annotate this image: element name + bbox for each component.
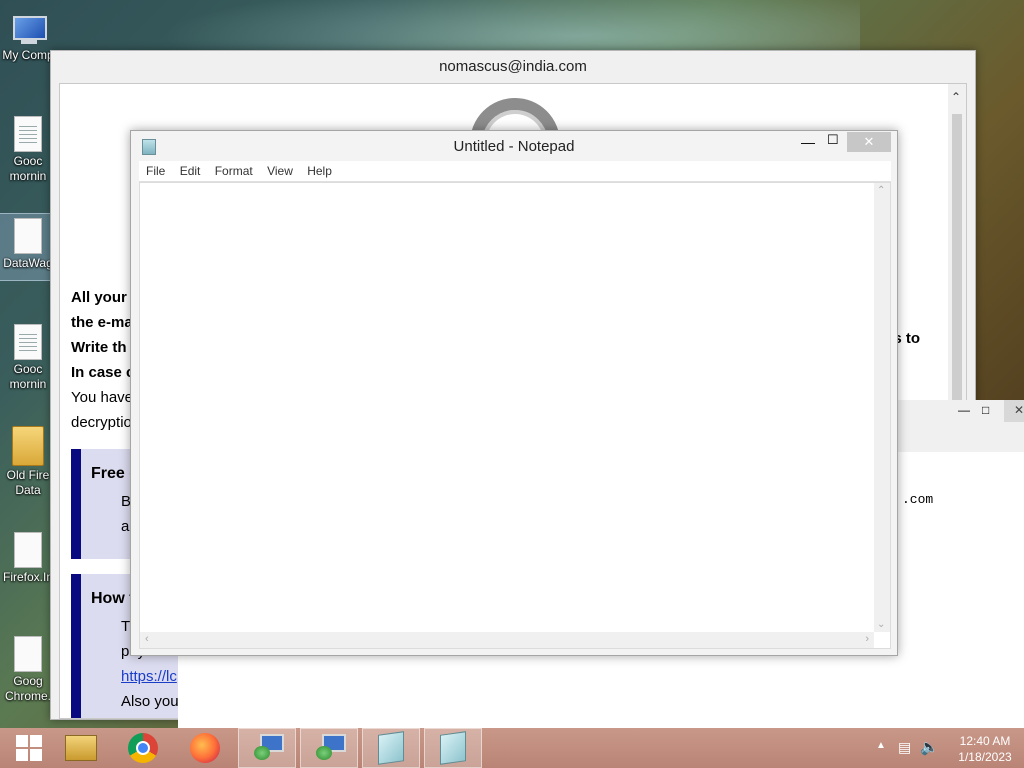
menu-file[interactable]: File <box>146 161 165 181</box>
menu-edit[interactable]: Edit <box>180 161 201 181</box>
desktop-icon-datawag[interactable]: DataWag <box>0 213 57 281</box>
desktop-icon-my-computer[interactable]: My Comp <box>0 8 56 78</box>
notepad-textarea[interactable] <box>140 183 875 627</box>
text-file-icon <box>14 324 42 360</box>
start-button[interactable] <box>0 728 58 768</box>
box-heading: How t <box>91 590 135 607</box>
file-icon <box>14 218 42 254</box>
minimize-button[interactable]: — <box>801 134 815 150</box>
file-icon <box>14 532 42 568</box>
scroll-up-arrow-icon[interactable]: ⌃ <box>951 90 961 104</box>
desktop-icon-google-chrome[interactable]: Goog Chrome. <box>0 632 56 716</box>
window-title: nomascus@india.com <box>439 58 587 75</box>
scroll-right-arrow-icon[interactable]: › <box>865 633 869 645</box>
desktop-icon-good-morning-1[interactable]: Gooc mornin <box>0 112 56 196</box>
computer-icon <box>9 16 47 46</box>
taskbar-firefox[interactable] <box>176 728 234 768</box>
file-icon <box>14 636 42 672</box>
horizontal-scrollbar[interactable]: ‹ › <box>140 632 874 648</box>
volume-icon[interactable]: 🔈 <box>920 738 939 756</box>
notepad-icon <box>378 731 404 765</box>
installer-icon <box>314 734 346 762</box>
menu-view[interactable]: View <box>267 161 293 181</box>
desktop-icon-old-firefox-data[interactable]: Old Fire Data <box>0 422 56 506</box>
maximize-button[interactable]: □ <box>982 403 989 417</box>
scroll-left-arrow-icon[interactable]: ‹ <box>145 633 149 645</box>
taskbar-setup-1[interactable] <box>238 728 296 768</box>
chrome-icon <box>128 733 158 763</box>
clock-date: 1/18/2023 <box>958 750 1012 764</box>
file-explorer-icon <box>65 735 97 761</box>
box-link[interactable]: https://lc <box>121 668 177 685</box>
close-button[interactable]: ✕ <box>847 132 891 152</box>
taskbar-chrome[interactable] <box>114 728 172 768</box>
taskbar-notepad-1[interactable] <box>362 728 420 768</box>
desktop-icon-label: Firefox.In <box>2 570 53 584</box>
text-editor-area[interactable]: ⌃ ⌄ ‹ › <box>139 182 891 649</box>
menu-bar <box>898 430 1024 453</box>
box-text: T <box>121 618 131 635</box>
taskbar: ▲ ▤ 🔈 12:40 AM 1/18/2023 <box>0 728 1024 768</box>
window-title: Untitled - Notepad <box>453 138 575 155</box>
payment-link[interactable]: https://lc <box>121 668 177 685</box>
maximize-button[interactable]: ☐ <box>827 132 839 148</box>
desktop-icon-firefox-installer[interactable]: Firefox.In <box>0 528 56 594</box>
system-tray: ▲ ▤ 🔈 12:40 AM 1/18/2023 <box>870 728 1024 768</box>
notepad-window[interactable]: Untitled - Notepad — ☐ ✕ File Edit Forma… <box>130 130 898 656</box>
network-icon[interactable]: ▤ <box>898 739 911 756</box>
taskbar-setup-2[interactable] <box>300 728 358 768</box>
menu-bar: File Edit Format View Help <box>139 161 891 182</box>
note-line: the e-ma <box>71 314 133 331</box>
clock-time: 12:40 AM <box>959 734 1011 748</box>
taskbar-file-explorer[interactable] <box>52 728 110 768</box>
vertical-scrollbar[interactable]: ⌃ ⌄ <box>874 183 890 632</box>
clock[interactable]: 12:40 AM 1/18/2023 <box>950 733 1020 765</box>
desktop-icon-label: Gooc mornin <box>9 154 47 183</box>
scroll-down-arrow-icon[interactable]: ⌄ <box>877 619 885 630</box>
note-line: Write th <box>71 339 127 356</box>
notepad-icon <box>440 731 466 765</box>
note-line: All your <box>71 289 127 306</box>
minimize-button[interactable]: — <box>958 403 970 417</box>
window-titlebar: Untitled - Notepad — ☐ ✕ <box>131 131 897 161</box>
desktop-icon-good-morning-2[interactable]: Gooc mornin <box>0 320 56 404</box>
note-line: In case c <box>71 364 135 381</box>
show-hidden-icons-icon[interactable]: ▲ <box>876 740 886 751</box>
desktop-icon-label: DataWag <box>3 256 53 270</box>
desktop-icon-label: My Comp <box>2 48 54 62</box>
menu-format[interactable]: Format <box>215 161 253 181</box>
background-window[interactable]: — □ ✕ .com <box>898 400 1024 730</box>
firefox-icon <box>190 733 220 763</box>
taskbar-notepad-2[interactable] <box>424 728 482 768</box>
desktop-icon-label: Goog Chrome. <box>4 674 51 703</box>
installer-icon <box>252 734 284 762</box>
background-window-content <box>178 654 898 728</box>
scroll-thumb[interactable] <box>952 114 962 404</box>
folder-icon <box>12 426 44 466</box>
menu-help[interactable]: Help <box>307 161 332 181</box>
windows-logo-icon <box>16 735 42 761</box>
desktop-icon-label: Old Fire Data <box>6 468 50 497</box>
content-text: .com <box>902 492 934 507</box>
window-content: .com <box>898 452 1024 730</box>
close-button[interactable]: ✕ <box>1004 400 1024 422</box>
window-titlebar: — □ ✕ <box>898 400 1024 430</box>
note-line: decryptio <box>71 414 132 431</box>
note-line: You have <box>71 389 134 406</box>
box-text: Also you <box>121 693 179 710</box>
scroll-up-arrow-icon[interactable]: ⌃ <box>877 185 885 196</box>
desktop-icon-label: Gooc mornin <box>9 362 47 391</box>
text-file-icon <box>14 116 42 152</box>
